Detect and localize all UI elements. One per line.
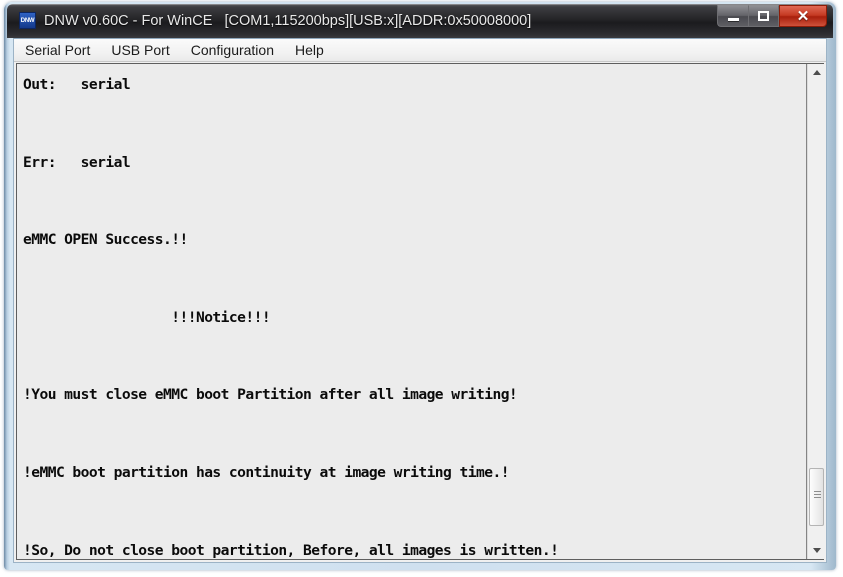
vertical-scrollbar[interactable]: [807, 64, 824, 559]
app-icon-label: DNW: [20, 17, 35, 24]
scroll-down-button[interactable]: [808, 542, 824, 559]
chevron-up-icon: [812, 70, 821, 75]
scroll-up-button[interactable]: [808, 64, 824, 81]
maximize-icon: [758, 11, 769, 21]
close-icon: ✕: [796, 7, 810, 25]
terminal-line: Err: serial: [23, 153, 131, 171]
title-bar[interactable]: DNW DNW v0.60C - For WinCE [COM1,115200b…: [7, 4, 833, 38]
minimize-icon: [727, 17, 739, 21]
terminal-output: Out: serial Err: serial eMMC OPEN Success.…: [23, 66, 559, 559]
minimize-button[interactable]: [717, 5, 748, 27]
terminal-line: !So, Do not close boot partition, Before…: [23, 541, 559, 559]
terminal-line: !You must close eMMC boot Partition afte…: [23, 386, 518, 404]
application-window: DNW DNW v0.60C - For WinCE [COM1,115200b…: [4, 2, 836, 570]
menu-item-help[interactable]: Help: [293, 41, 326, 60]
terminal-line: eMMC OPEN Success.!!: [23, 231, 188, 249]
app-icon: DNW: [19, 12, 36, 29]
terminal-line: !!!Notice!!!: [23, 308, 271, 326]
scrollbar-thumb[interactable]: [809, 468, 824, 526]
terminal-panel[interactable]: Out: serial Err: serial eMMC OPEN Success.…: [16, 63, 824, 560]
window-title: DNW v0.60C - For WinCE [COM1,115200bps][…: [44, 13, 532, 29]
terminal-line: !eMMC boot partition has continuity at i…: [23, 463, 509, 481]
scrollbar-grip-icon: [814, 491, 821, 501]
chevron-down-icon: [812, 548, 821, 553]
client-area: Serial Port USB Port Configuration Help …: [13, 38, 827, 563]
menu-bar: Serial Port USB Port Configuration Help: [14, 39, 826, 62]
close-button[interactable]: ✕: [779, 5, 827, 27]
menu-item-configuration[interactable]: Configuration: [189, 41, 276, 60]
menu-item-serial-port[interactable]: Serial Port: [23, 41, 92, 60]
window-controls: ✕: [717, 5, 827, 28]
terminal-viewport[interactable]: Out: serial Err: serial eMMC OPEN Success.…: [17, 64, 807, 559]
menu-item-usb-port[interactable]: USB Port: [109, 41, 171, 60]
terminal-line: Out: serial: [23, 76, 131, 93]
maximize-button[interactable]: [748, 5, 779, 27]
